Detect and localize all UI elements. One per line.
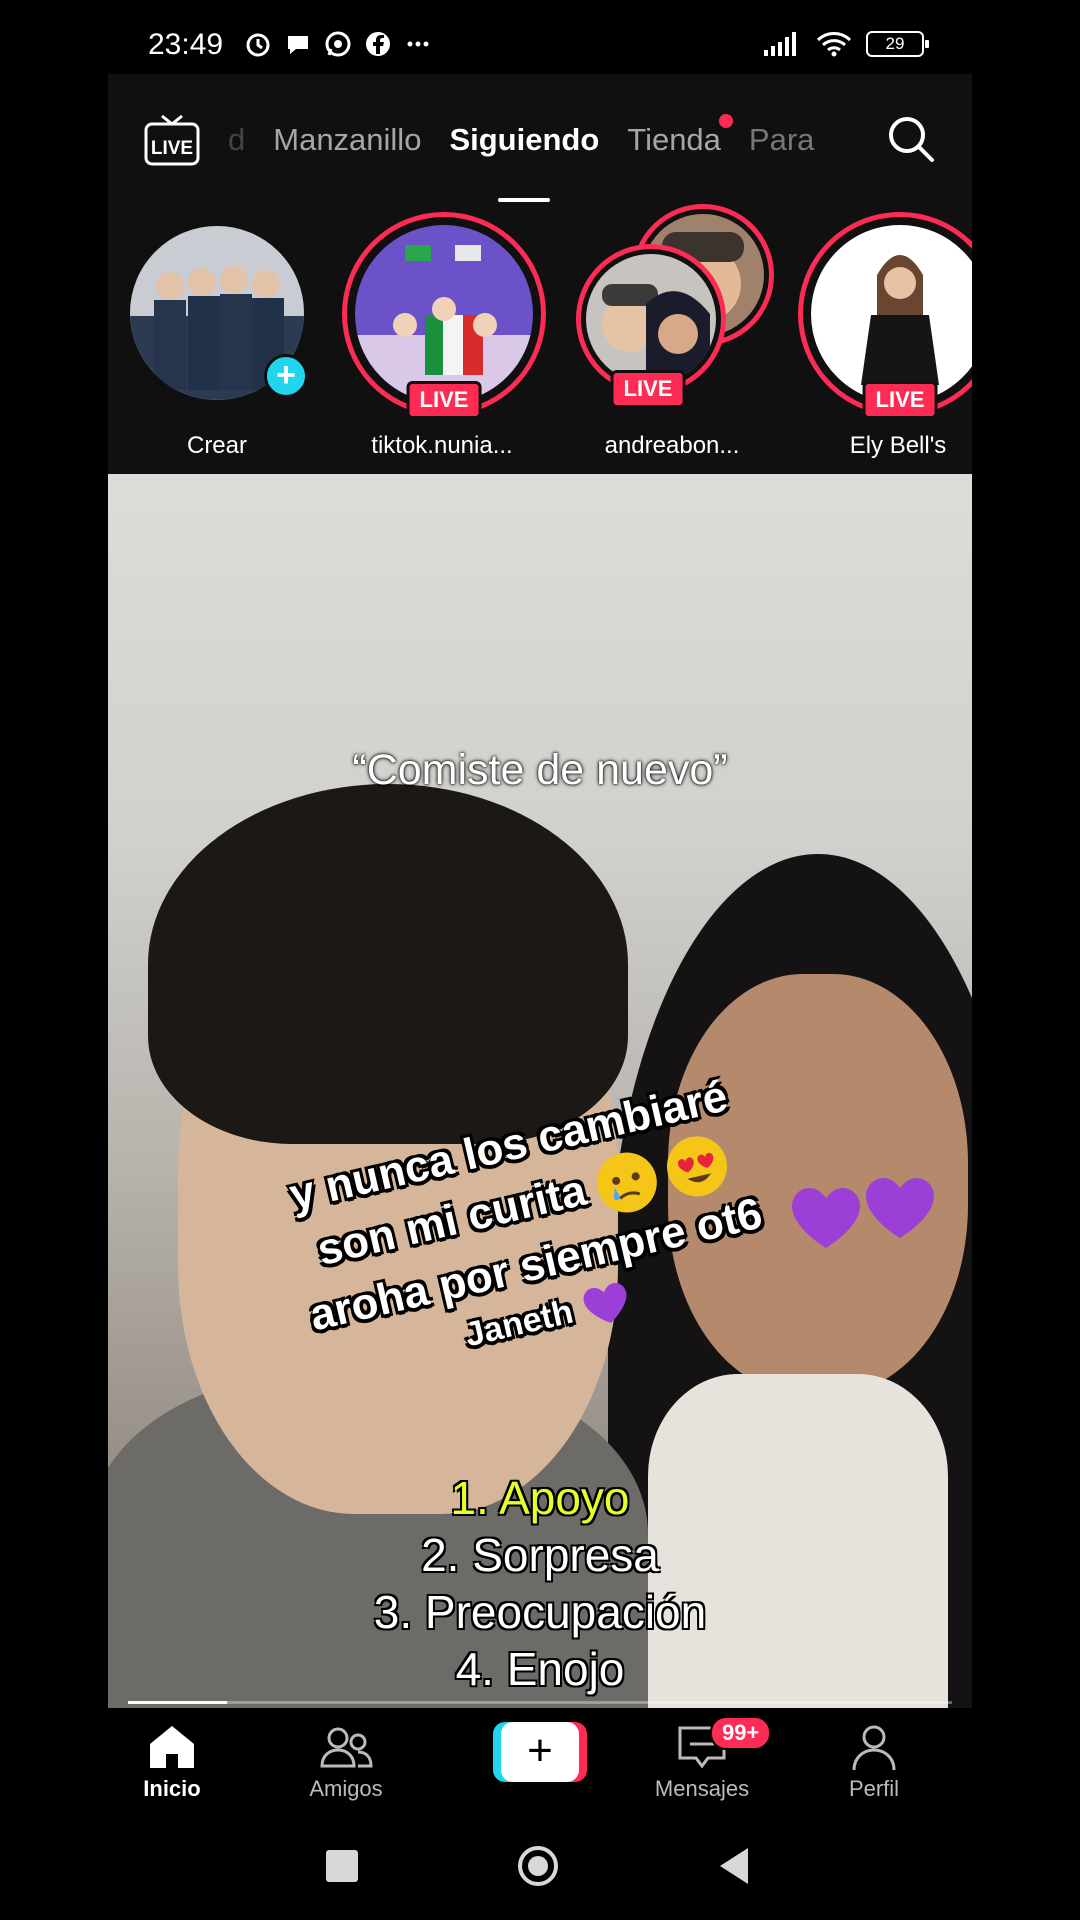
bottom-nav: Inicio Amigos + 99+ Mensajes Perfil <box>108 1708 972 1818</box>
create-plus-icon: + <box>501 1722 579 1782</box>
profile-icon <box>852 1725 896 1771</box>
nav-label: Mensajes <box>654 1776 750 1801</box>
story-live-2[interactable]: LIVE andreabon... <box>572 204 774 459</box>
nav-label: Perfil <box>848 1776 900 1801</box>
status-system-icons: 29 <box>762 30 929 58</box>
friends-icon <box>320 1727 373 1768</box>
nav-amigos[interactable]: Amigos <box>286 1722 406 1802</box>
story-name: Ely Bell's <box>849 432 947 459</box>
feed-tabs: d Manzanillo Siguiendo Tienda Para <box>228 114 814 202</box>
nav-label: Amigos <box>309 1776 383 1801</box>
live-tv-icon[interactable]: LIVE <box>144 114 200 166</box>
woman-photo-image <box>811 225 972 403</box>
whatsapp-icon <box>325 31 351 57</box>
tab-manzanillo[interactable]: Manzanillo <box>273 122 421 158</box>
man-hair <box>148 784 628 1144</box>
status-bar: 23:49 29 <box>108 0 972 74</box>
battery-icon: 29 <box>866 31 929 57</box>
tab-previous[interactable]: d <box>228 122 245 158</box>
video-caption: “Comiste de nuevo” <box>352 746 728 794</box>
list-item: 2. Sorpresa <box>421 1529 659 1581</box>
status-notification-icons <box>244 30 432 58</box>
tab-tienda-label: Tienda <box>627 122 721 157</box>
tab-tienda[interactable]: Tienda <box>627 114 733 158</box>
story-avatar: + <box>130 226 308 400</box>
top-nav: LIVE d Manzanillo Siguiendo Tienda Para <box>108 74 972 202</box>
recents-icon[interactable] <box>320 1844 364 1888</box>
notification-dot <box>718 114 733 128</box>
live-badge: LIVE <box>610 370 686 408</box>
search-icon[interactable] <box>886 114 936 164</box>
unread-badge: 99+ <box>710 1716 772 1750</box>
couple-photo-image <box>586 254 716 384</box>
live-badge: LIVE <box>862 381 938 419</box>
anime-photo-image <box>355 225 533 403</box>
wifi-icon <box>816 32 852 57</box>
add-story-button[interactable]: + <box>264 354 308 398</box>
live-label: LIVE <box>151 138 193 159</box>
nav-mensajes[interactable]: 99+ Mensajes <box>642 1716 772 1802</box>
story-name: tiktok.nunia... <box>371 432 513 459</box>
back-triangle-icon[interactable] <box>712 1844 756 1888</box>
more-dots-icon <box>407 41 429 47</box>
alarm-icon <box>246 33 270 57</box>
story-name: Crear <box>186 432 247 459</box>
home-icon <box>150 1726 194 1768</box>
nav-perfil[interactable]: Perfil <box>814 1722 934 1802</box>
nav-label: Inicio <box>143 1776 201 1801</box>
system-nav-bar <box>0 1818 1080 1920</box>
list-item: 3. Preocupación <box>373 1586 707 1638</box>
list-item: 4. Enojo <box>455 1643 625 1695</box>
create-button[interactable]: + <box>493 1722 587 1782</box>
story-live-1[interactable]: LIVE tiktok.nunia... <box>342 204 546 459</box>
signal-icon <box>764 32 796 56</box>
story-avatar: LIVE <box>342 212 546 419</box>
stories-row: + Crear LIVE tiktok.nunia... LIVE andrea… <box>108 204 972 474</box>
chat-bubble-icon <box>288 36 308 54</box>
video-player[interactable]: “Comiste de nuevo” y nunca los cambiaré … <box>108 474 972 1708</box>
nav-inicio[interactable]: Inicio <box>112 1722 232 1802</box>
story-live-3[interactable]: LIVE Ely Bell's <box>798 204 972 459</box>
video-progress-fill <box>128 1701 227 1704</box>
story-name: andreabon... <box>604 432 740 459</box>
live-badge: LIVE <box>406 381 482 419</box>
story-avatar-stack: LIVE <box>572 204 774 414</box>
story-crear[interactable]: + Crear <box>117 204 317 459</box>
reaction-list: 1. Apoyo 2. Sorpresa 3. Preocupación 4. … <box>108 1470 972 1698</box>
status-time: 23:49 <box>148 28 224 61</box>
list-item: 1. Apoyo <box>450 1472 630 1524</box>
story-avatar: LIVE <box>798 212 972 419</box>
tab-siguiendo[interactable]: Siguiendo <box>449 122 599 202</box>
purple-hearts-icon <box>792 1178 934 1248</box>
tab-para-ti[interactable]: Para <box>749 122 814 158</box>
home-circle-icon[interactable] <box>516 1844 560 1888</box>
tiktok-app: LIVE d Manzanillo Siguiendo Tienda Para <box>108 74 972 1708</box>
video-progress-bar[interactable] <box>128 1701 952 1704</box>
facebook-icon <box>366 32 390 56</box>
